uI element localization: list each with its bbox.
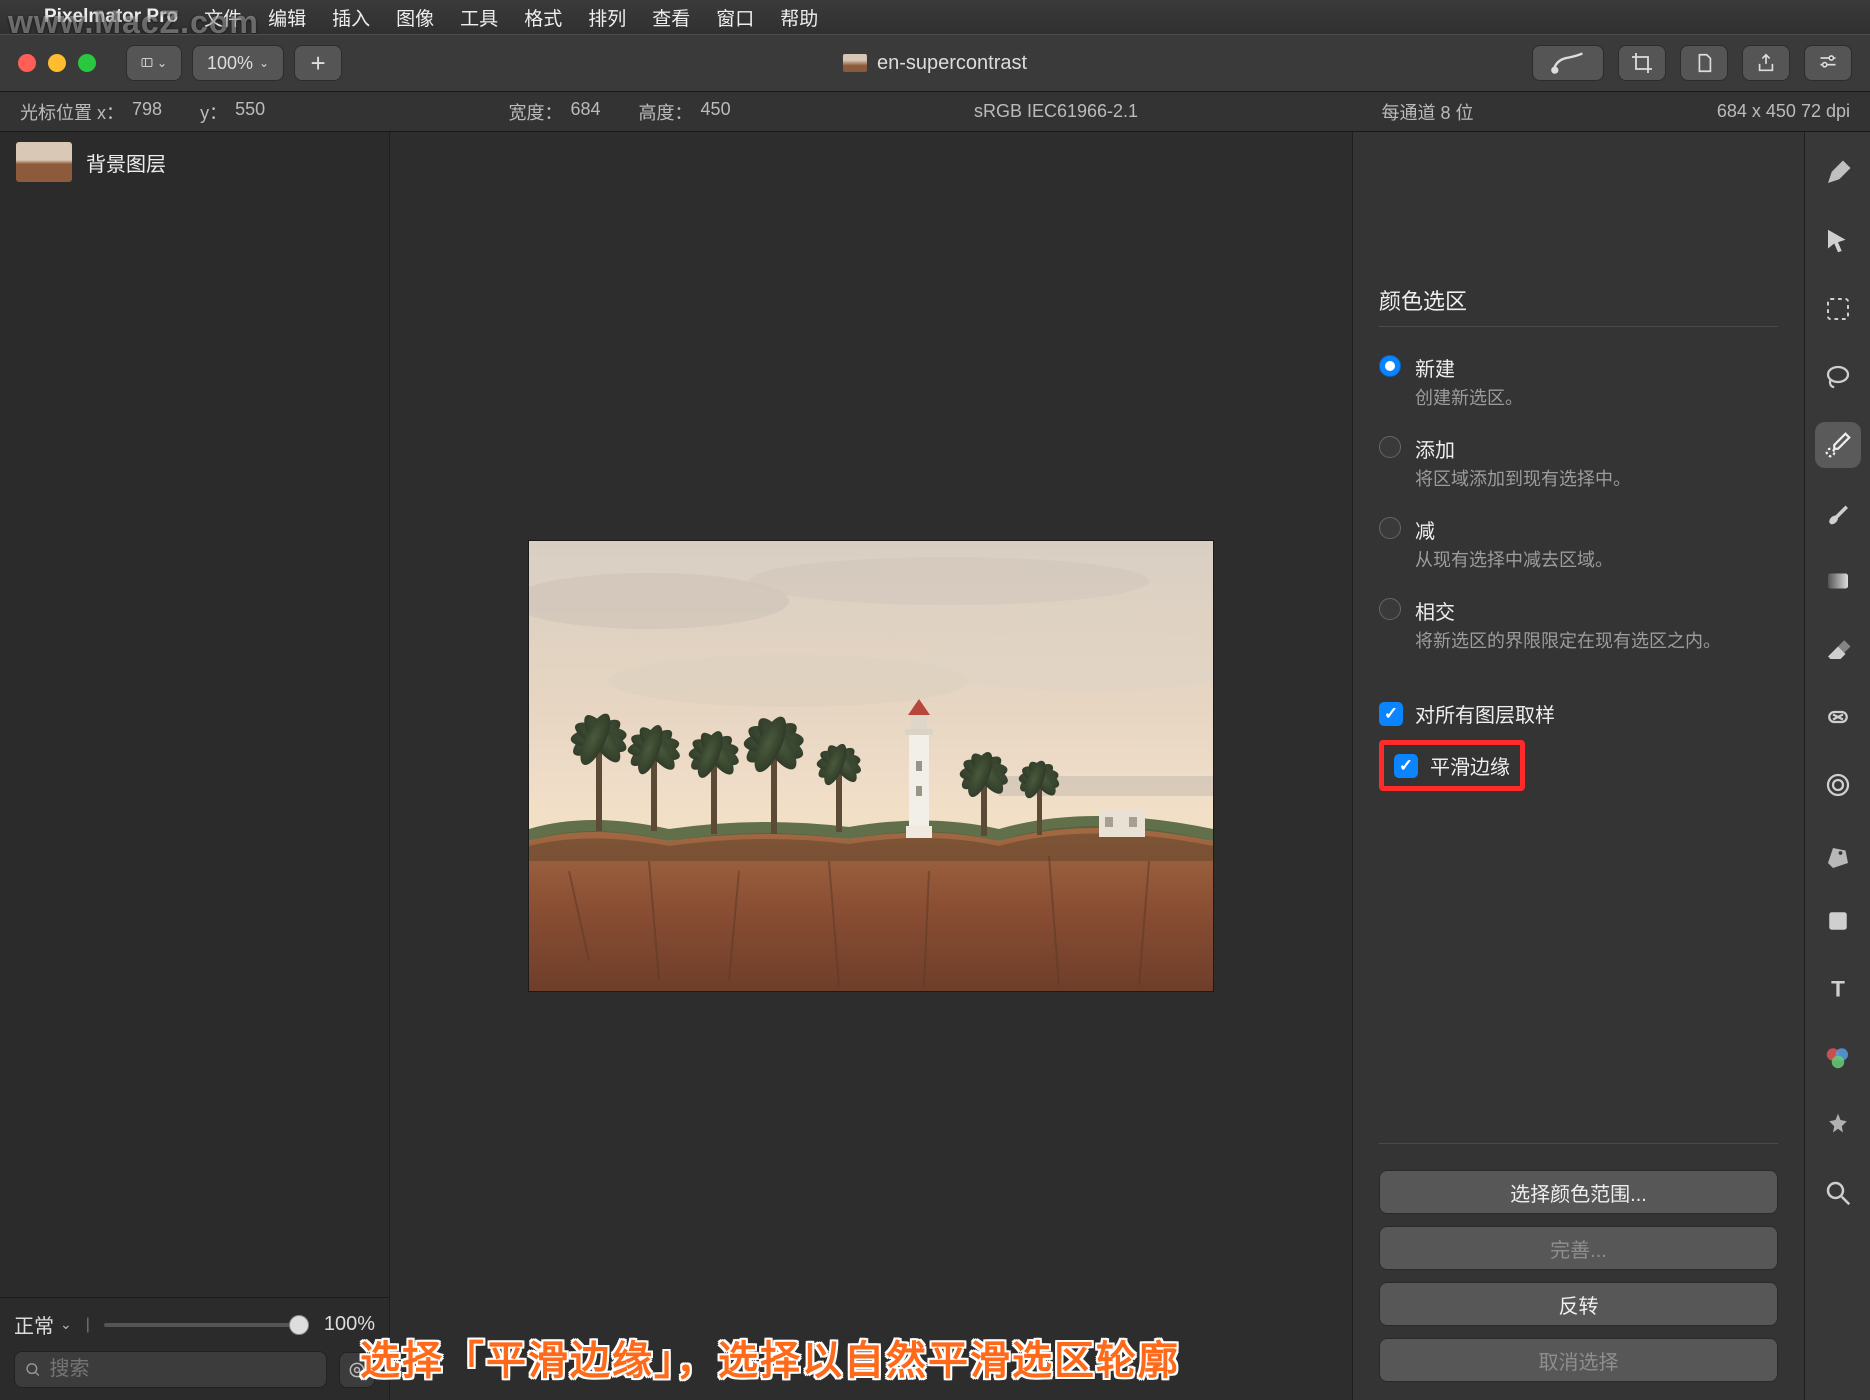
layer-name: 背景图层 <box>86 148 166 177</box>
radio-icon <box>1379 436 1401 458</box>
arrow-tool[interactable] <box>1815 218 1861 264</box>
color-adjustments-button[interactable] <box>1532 45 1604 81</box>
app-name[interactable]: Pixelmator Pro <box>44 6 178 28</box>
blend-mode-select[interactable]: 正常⌄ <box>14 1310 72 1339</box>
cursor-position: 光标位置 x：798 y：550 <box>20 99 265 125</box>
gradient-tool[interactable] <box>1815 558 1861 604</box>
deselect-button[interactable]: 取消选择 <box>1379 1338 1778 1382</box>
info-strip: 光标位置 x：798 y：550 宽度：684 高度：450 sRGB IEC6… <box>0 92 1870 132</box>
fullscreen-window-button[interactable] <box>78 54 96 72</box>
mac-menubar: Pixelmator Pro 文件 编辑 插入 图像 工具 格式 排列 查看 窗… <box>0 0 1870 34</box>
zoom-dropdown[interactable]: 100%⌄ <box>192 45 284 81</box>
erase-tool[interactable] <box>1815 626 1861 672</box>
close-window-button[interactable] <box>18 54 36 72</box>
lasso-tool[interactable] <box>1815 354 1861 400</box>
smooth-edges-highlight: ✓ 平滑边缘 <box>1379 740 1525 791</box>
menu-tools[interactable]: 工具 <box>460 4 498 31</box>
check-icon: ✓ <box>1394 754 1418 778</box>
share-button[interactable] <box>1742 45 1790 81</box>
menu-window[interactable]: 窗口 <box>716 4 754 31</box>
sidebar-toggle-button[interactable]: ⌄ <box>126 45 182 81</box>
smooth-edges-checkbox[interactable]: ✓ 平滑边缘 <box>1394 751 1510 780</box>
style-tool[interactable] <box>1815 150 1861 196</box>
inspector-title: 颜色选区 <box>1379 284 1778 327</box>
inspector-panel: 颜色选区 新建创建新选区。 添加将区域添加到现有选择中。 减从现有选择中减去区域… <box>1352 132 1804 1400</box>
menu-insert[interactable]: 插入 <box>332 4 370 31</box>
add-button[interactable]: + <box>294 45 342 81</box>
select-color-range-button[interactable]: 选择颜色范围... <box>1379 1170 1778 1214</box>
opacity-value: 100% <box>313 1313 375 1336</box>
sample-all-layers-checkbox[interactable]: ✓ 对所有图层取样 <box>1379 699 1778 728</box>
document-info-button[interactable] <box>1680 45 1728 81</box>
marquee-tool[interactable] <box>1815 286 1861 332</box>
opacity-slider[interactable] <box>104 1323 299 1327</box>
traffic-lights <box>18 54 96 72</box>
menu-image[interactable]: 图像 <box>396 4 434 31</box>
warp-tool[interactable] <box>1815 762 1861 808</box>
layer-thumb <box>16 142 72 182</box>
shape-tool[interactable] <box>1815 898 1861 944</box>
minimize-window-button[interactable] <box>48 54 66 72</box>
document-thumb-icon <box>843 54 867 72</box>
refine-button[interactable]: 完善... <box>1379 1226 1778 1270</box>
canvas-size: 宽度：684 高度：450 <box>509 99 731 125</box>
mode-subtract[interactable]: 减从现有选择中减去区域。 <box>1379 511 1778 576</box>
menu-view[interactable]: 查看 <box>652 4 690 31</box>
layers-panel: 背景图层 正常⌄ | 100% <box>0 132 390 1400</box>
menu-edit[interactable]: 编辑 <box>268 4 306 31</box>
pen-tool[interactable] <box>1815 830 1861 876</box>
radio-icon <box>1379 517 1401 539</box>
repair-tool[interactable] <box>1815 694 1861 740</box>
layers-filter-button[interactable] <box>339 1352 375 1388</box>
paint-tool[interactable] <box>1815 490 1861 536</box>
dims-dpi: 684 x 450 72 dpi <box>1717 101 1850 122</box>
mode-intersect[interactable]: 相交将新选区的界限限定在现有选区之内。 <box>1379 592 1778 657</box>
svg-text:T: T <box>1831 977 1845 1002</box>
mode-add[interactable]: 添加将区域添加到现有选择中。 <box>1379 430 1778 495</box>
zoom-tool[interactable] <box>1815 1170 1861 1216</box>
search-icon <box>25 1361 41 1379</box>
menu-arrange[interactable]: 排列 <box>588 4 626 31</box>
tool-strip: T <box>1804 132 1870 1400</box>
settings-sliders-button[interactable] <box>1804 45 1852 81</box>
mode-new[interactable]: 新建创建新选区。 <box>1379 349 1778 414</box>
menu-help[interactable]: 帮助 <box>780 4 818 31</box>
radio-icon <box>1379 355 1401 377</box>
menu-format[interactable]: 格式 <box>524 4 562 31</box>
radio-icon <box>1379 598 1401 620</box>
layer-search-input[interactable] <box>14 1351 327 1388</box>
window-toolbar: ⌄ 100%⌄ + en-supercontrast <box>0 34 1870 92</box>
document-image <box>529 541 1213 991</box>
document-title: en-supercontrast <box>843 52 1027 75</box>
menu-file[interactable]: 文件 <box>204 4 242 31</box>
invert-button[interactable]: 反转 <box>1379 1282 1778 1326</box>
color-picker-tool[interactable] <box>1815 1034 1861 1080</box>
color-select-tool[interactable] <box>1815 422 1861 468</box>
crop-button[interactable] <box>1618 45 1666 81</box>
effects-tool[interactable] <box>1815 1102 1861 1148</box>
layer-row[interactable]: 背景图层 <box>0 132 389 192</box>
color-profile: sRGB IEC61966-2.1 <box>974 101 1138 122</box>
bit-depth: 每通道 8 位 <box>1381 99 1473 125</box>
type-tool[interactable]: T <box>1815 966 1861 1012</box>
canvas-area[interactable] <box>390 132 1352 1400</box>
check-icon: ✓ <box>1379 702 1403 726</box>
